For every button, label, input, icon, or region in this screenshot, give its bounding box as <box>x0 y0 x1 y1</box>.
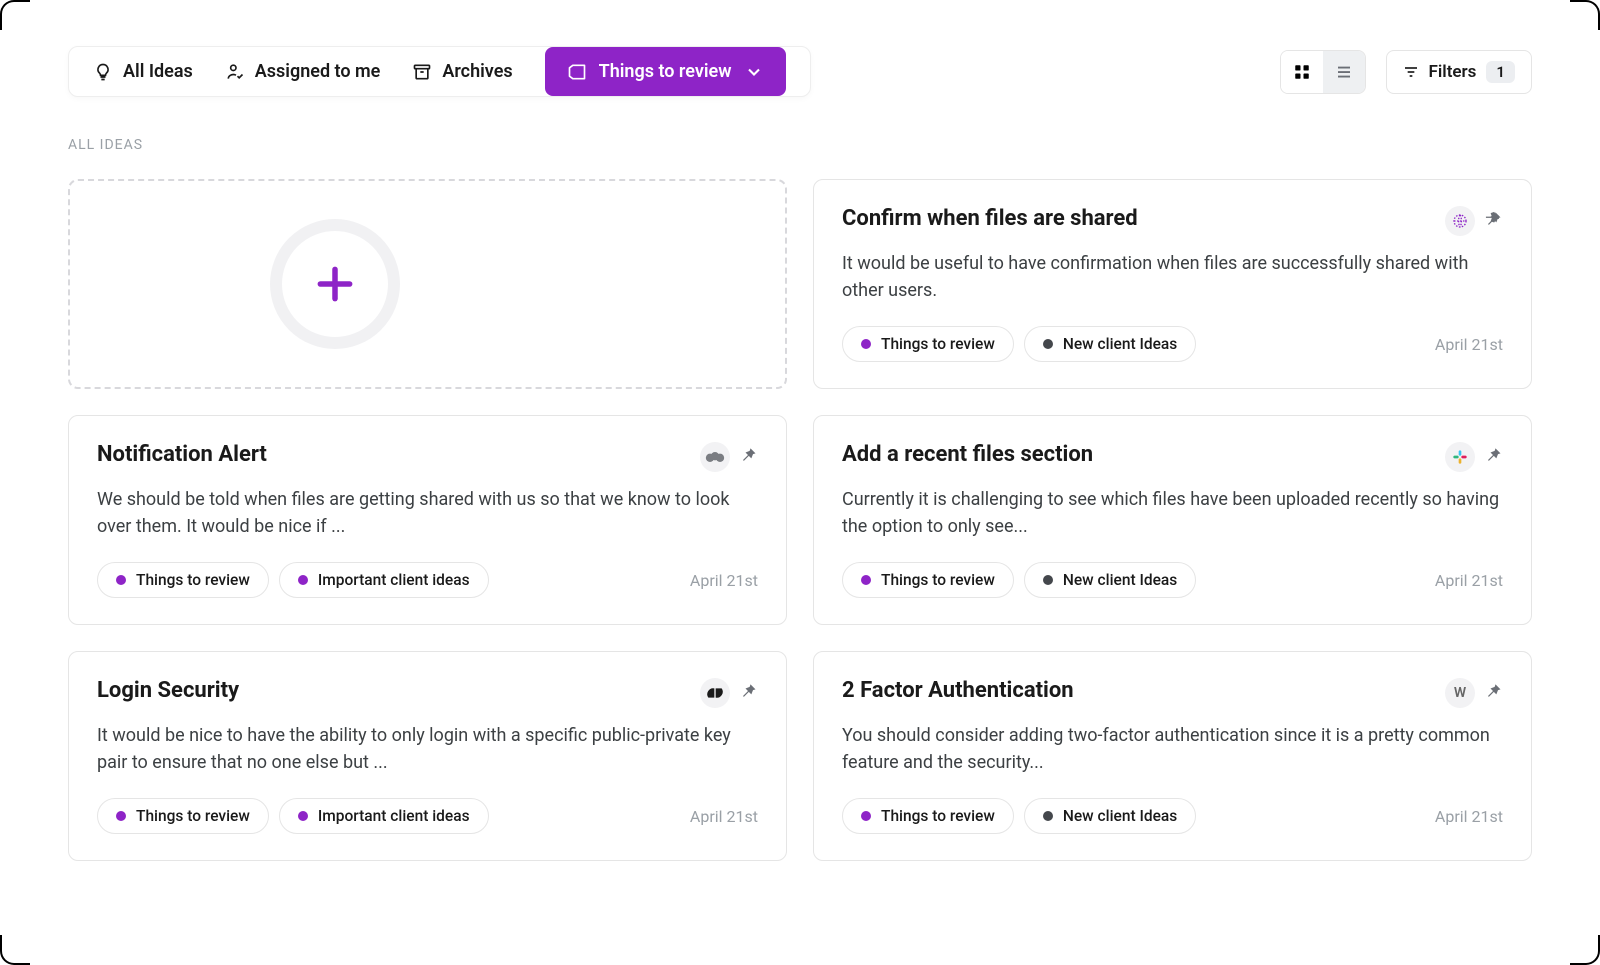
section-label: ALL IDEAS <box>68 137 1532 153</box>
pin-icon[interactable] <box>738 445 758 469</box>
person-check-icon <box>225 62 245 82</box>
idea-card[interactable]: Login Security It would be nice to have … <box>68 651 787 861</box>
tag[interactable]: Important client ideas <box>279 798 489 834</box>
card-date: April 21st <box>1435 571 1503 590</box>
tag[interactable]: New client Ideas <box>1024 798 1196 834</box>
grid-icon <box>1293 63 1311 81</box>
tag[interactable]: Things to review <box>97 798 269 834</box>
globe-icon <box>1445 206 1475 236</box>
card-date: April 21st <box>1435 335 1503 354</box>
card-date: April 21st <box>690 807 758 826</box>
tag[interactable]: Things to review <box>97 562 269 598</box>
filters-button[interactable]: Filters 1 <box>1386 50 1532 94</box>
card-date: April 21st <box>690 571 758 590</box>
tab-label: Archives <box>442 61 512 82</box>
card-title: Confirm when files are shared <box>842 206 1138 231</box>
card-title: Login Security <box>97 678 239 703</box>
tag[interactable]: Things to review <box>842 562 1014 598</box>
tag-icon <box>567 62 587 82</box>
tag[interactable]: New client Ideas <box>1024 562 1196 598</box>
card-description: Currently it is challenging to see which… <box>842 486 1503 540</box>
card-title: 2 Factor Authentication <box>842 678 1074 703</box>
idea-card[interactable]: Add a recent files section Currently it … <box>813 415 1532 625</box>
tag[interactable]: Important client ideas <box>279 562 489 598</box>
tag[interactable]: Things to review <box>842 326 1014 362</box>
lightbulb-icon <box>93 62 113 82</box>
filter-icon <box>1403 64 1419 80</box>
pin-icon[interactable] <box>738 681 758 705</box>
tab-bar: All Ideas Assigned to me Archives Things… <box>68 46 811 97</box>
list-icon <box>1335 63 1353 81</box>
card-date: April 21st <box>1435 807 1503 826</box>
tag[interactable]: Things to review <box>842 798 1014 834</box>
tab-assigned-to-me[interactable]: Assigned to me <box>225 61 381 82</box>
idea-card[interactable]: Confirm when files are shared It would b… <box>813 179 1532 389</box>
salesforce-icon <box>700 442 730 472</box>
view-toggle <box>1280 50 1366 94</box>
pin-icon[interactable] <box>1483 445 1503 469</box>
add-idea-card[interactable] <box>68 179 787 389</box>
card-description: It would be nice to have the ability to … <box>97 722 758 776</box>
tab-label: Assigned to me <box>255 61 381 82</box>
tab-label: All Ideas <box>123 61 193 82</box>
tab-all-ideas[interactable]: All Ideas <box>93 61 193 82</box>
list-view-button[interactable] <box>1323 51 1365 93</box>
card-title: Add a recent files section <box>842 442 1093 467</box>
add-circle <box>270 219 400 349</box>
tag[interactable]: New client Ideas <box>1024 326 1196 362</box>
filters-count: 1 <box>1486 61 1515 83</box>
tab-label: Things to review <box>599 61 732 82</box>
card-description: It would be useful to have confirmation … <box>842 250 1503 304</box>
card-title: Notification Alert <box>97 442 267 467</box>
idea-card[interactable]: Notification Alert We should be told whe… <box>68 415 787 625</box>
tab-archives[interactable]: Archives <box>412 61 512 82</box>
pin-icon[interactable] <box>1483 209 1503 233</box>
filters-label: Filters <box>1429 62 1477 82</box>
idea-card[interactable]: 2 Factor Authentication W You should con… <box>813 651 1532 861</box>
tab-things-to-review[interactable]: Things to review <box>545 47 786 96</box>
zendesk-icon <box>700 678 730 708</box>
avatar: W <box>1445 678 1475 708</box>
grid-view-button[interactable] <box>1281 51 1323 93</box>
slack-icon <box>1445 442 1475 472</box>
pin-icon[interactable] <box>1483 681 1503 705</box>
chevron-down-icon <box>744 62 764 82</box>
card-description: We should be told when files are getting… <box>97 486 758 540</box>
archive-icon <box>412 62 432 82</box>
card-description: You should consider adding two-factor au… <box>842 722 1503 776</box>
plus-icon <box>313 262 357 306</box>
cards-grid: Confirm when files are shared It would b… <box>68 179 1532 861</box>
